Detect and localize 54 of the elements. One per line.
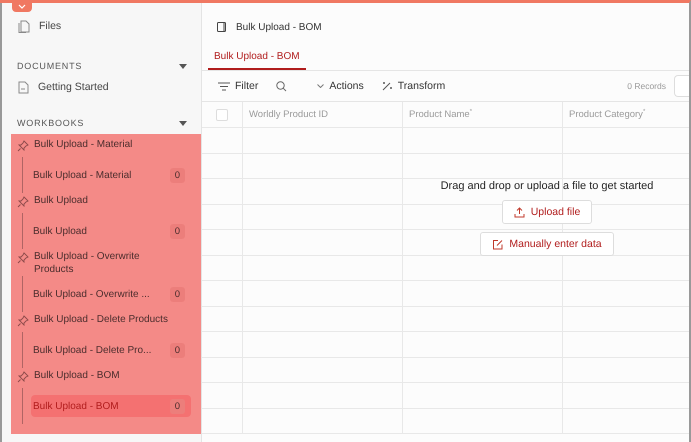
section-title: WORKBOOKS [17, 118, 84, 128]
upload-file-button[interactable]: Upload file [502, 200, 592, 224]
chevron-down-icon [317, 84, 324, 88]
select-all-checkbox[interactable] [216, 108, 228, 120]
sidebar-item[interactable]: Files [39, 20, 62, 32]
sidebar-item[interactable]: Getting Started [38, 81, 109, 93]
empty-state-message: Drag and drop or upload a file to get started [440, 180, 654, 192]
transform-button[interactable]: Transform [382, 80, 446, 92]
actions-button[interactable]: Actions [317, 80, 364, 92]
workbook-item[interactable]: Bulk Upload - Overwrite Products [34, 250, 174, 276]
count-badge: 0 [170, 342, 185, 358]
count-badge: 0 [170, 168, 185, 182]
sheet-name: Bulk Upload - Material [33, 170, 132, 180]
pin-icon [17, 140, 29, 152]
collapse-tab[interactable] [12, 3, 32, 12]
pin-icon [17, 252, 29, 264]
count-badge: 0 [170, 286, 185, 302]
document-icon [18, 80, 29, 94]
workbook-item[interactable]: Bulk Upload - Material [34, 138, 174, 151]
workbook-item[interactable]: Bulk Upload - Delete Products [34, 313, 174, 326]
chevron-down-icon [18, 4, 26, 8]
caret-down-icon[interactable] [179, 64, 187, 68]
sheet-icon [217, 22, 227, 32]
workbook-item[interactable]: Bulk Upload [34, 194, 174, 207]
record-count: 0 Records [627, 81, 666, 91]
sheet-name: Bulk Upload [33, 226, 87, 236]
pin-icon [17, 196, 29, 208]
search-icon[interactable] [276, 80, 288, 92]
sheet-name: Bulk Upload - Overwrite ... [33, 288, 150, 300]
count-badge: 0 [170, 224, 185, 238]
sheet-name: Bulk Upload - Delete Pro... [33, 344, 152, 356]
filter-button[interactable]: Filter [218, 80, 258, 92]
column-header[interactable]: Product Name$^{*}$ [409, 108, 472, 120]
page-title: Bulk Upload - BOM [236, 22, 322, 32]
column-header[interactable]: Worldly Product ID [249, 109, 328, 120]
sheet-item[interactable]: Bulk Upload - Material 0 [31, 164, 191, 186]
upload-icon [514, 206, 525, 218]
sheet-name: Bulk Upload - BOM [33, 400, 119, 412]
manual-entry-button[interactable]: Manually enter data [480, 232, 614, 256]
sheet-item[interactable]: Bulk Upload - BOM 0 [31, 395, 191, 417]
pin-icon [17, 315, 29, 327]
workbook-item[interactable]: Bulk Upload - BOM [34, 369, 174, 382]
sheet-item[interactable]: Bulk Upload 0 [31, 220, 191, 242]
column-header[interactable]: Product Category$^{*}$ [569, 108, 646, 120]
caret-down-icon[interactable] [179, 120, 187, 126]
file-icon [18, 20, 30, 32]
filter-icon [218, 82, 230, 90]
sheet-item[interactable]: Bulk Upload - Delete Pro... 0 [31, 339, 191, 361]
section-title: DOCUMENTS [17, 61, 82, 71]
count-badge: 0 [170, 398, 185, 414]
pin-icon [17, 371, 29, 383]
tab[interactable]: Bulk Upload - BOM [208, 47, 306, 70]
edit-icon [492, 238, 504, 250]
sheet-item[interactable]: Bulk Upload - Overwrite ... 0 [31, 283, 191, 305]
